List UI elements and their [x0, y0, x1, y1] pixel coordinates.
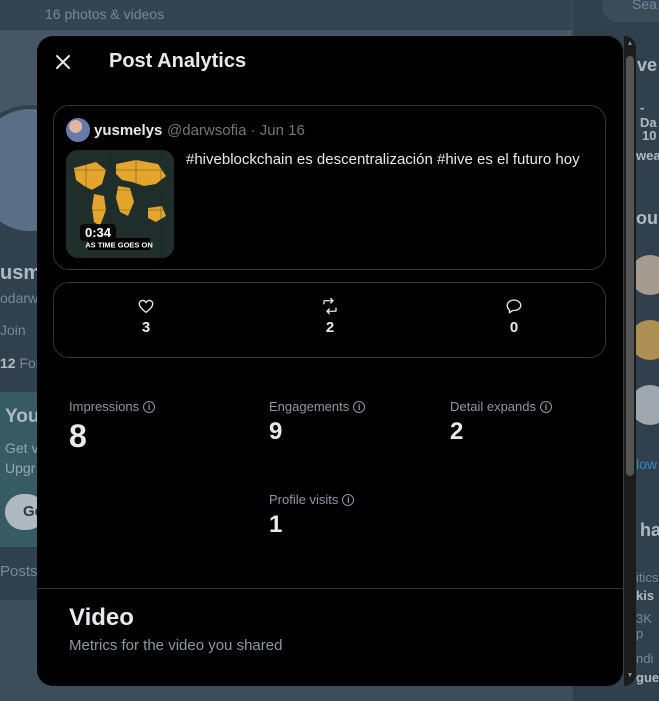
engagements-value: 9 [269, 418, 283, 445]
replies-stat: 0 [484, 297, 544, 336]
section-divider [37, 588, 623, 589]
engagement-summary: 3 2 0 [53, 282, 606, 358]
profile-visits-value: 1 [269, 511, 283, 538]
video-section-title: Video [69, 604, 134, 631]
repost-icon [323, 297, 337, 315]
heart-icon [138, 299, 154, 314]
world-map-thumbnail: AS TIME GOES ON [66, 150, 174, 258]
engagements-label: Engagements [269, 399, 350, 414]
reply-icon [506, 299, 522, 314]
post-preview[interactable]: yusmelys @darwsofia · Jun 16 AS TIME GOE… [53, 105, 606, 270]
modal-scrollbar[interactable]: ▲ ▼ [624, 36, 636, 686]
detail-expands-label: Detail expands [450, 399, 536, 414]
detail-expands-metric: Detail expands i 2 [450, 399, 552, 446]
profile-visits-metric: Profile visits i 1 [269, 492, 355, 539]
close-button[interactable] [51, 50, 75, 74]
close-icon [56, 55, 70, 69]
author-avatar [66, 118, 90, 142]
modal-title: Post Analytics [109, 50, 247, 72]
info-icon[interactable]: i [353, 400, 366, 413]
author-name: yusmelys [94, 122, 163, 139]
profile-visits-label: Profile visits [269, 492, 339, 507]
info-icon[interactable]: i [342, 493, 355, 506]
info-icon[interactable]: i [143, 400, 156, 413]
video-duration: 0:34 [80, 224, 117, 241]
impressions-metric: Impressions i 8 [69, 399, 156, 455]
scroll-down-icon[interactable]: ▼ [626, 672, 634, 680]
reposts-count: 2 [325, 319, 335, 336]
post-text: #hiveblockchain es descentralización #hi… [186, 151, 580, 168]
scroll-thumb[interactable] [626, 56, 634, 476]
info-icon[interactable]: i [540, 400, 552, 413]
likes-count: 3 [141, 319, 151, 336]
video-thumbnail[interactable]: AS TIME GOES ON 0:34 [66, 150, 174, 258]
post-analytics-modal: Post Analytics yusmelys @darwsofia · Jun… [37, 36, 623, 686]
post-meta: @darwsofia · Jun 16 [167, 122, 305, 139]
video-caption: AS TIME GOES ON [85, 241, 153, 250]
video-section-subtitle: Metrics for the video you shared [69, 637, 283, 654]
scroll-up-icon[interactable]: ▲ [626, 40, 634, 48]
reposts-stat: 2 [300, 297, 360, 336]
impressions-value: 8 [69, 418, 87, 454]
likes-stat: 3 [116, 297, 176, 336]
engagements-metric: Engagements i 9 [269, 399, 366, 446]
detail-expands-value: 2 [450, 418, 464, 445]
impressions-label: Impressions [69, 399, 140, 414]
modal-header: Post Analytics [37, 36, 623, 89]
replies-count: 0 [509, 319, 519, 336]
